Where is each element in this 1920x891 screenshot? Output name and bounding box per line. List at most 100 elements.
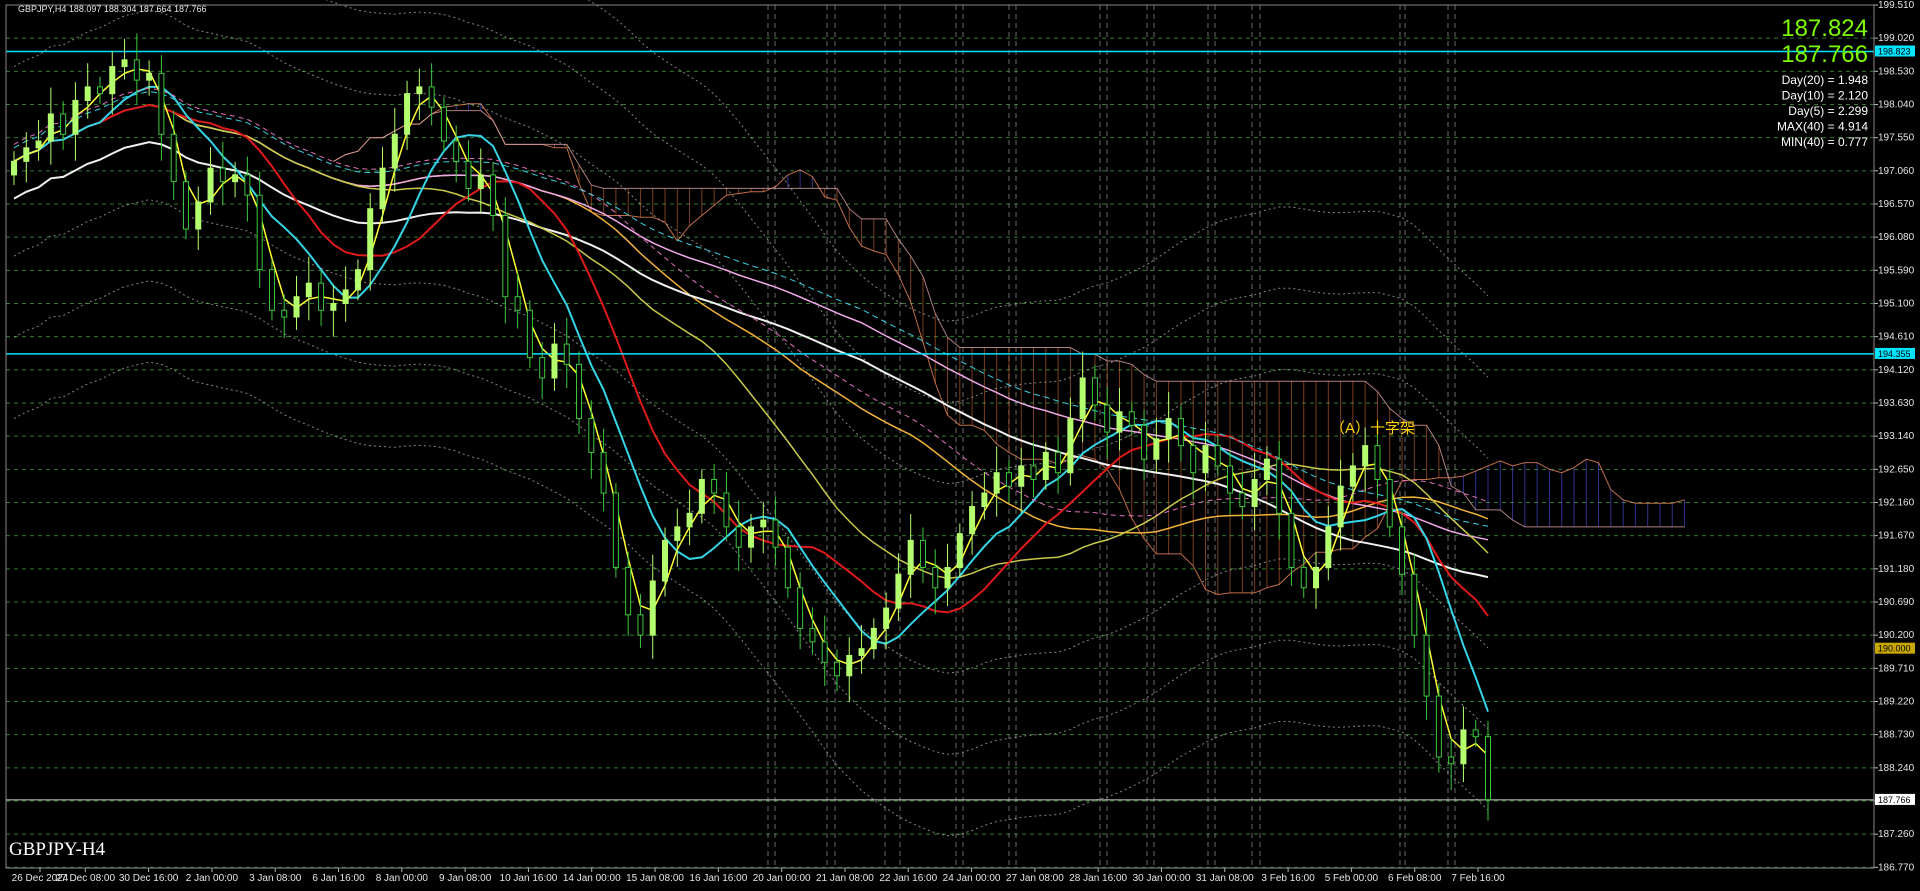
bear-candle bbox=[932, 566, 939, 589]
bull-candle bbox=[993, 472, 1000, 494]
bear-candle bbox=[268, 269, 275, 311]
bull-candle bbox=[760, 519, 767, 528]
bear-candle bbox=[1276, 458, 1283, 514]
x-tick-label: 6 Jan 16:00 bbox=[312, 873, 365, 884]
bull-candle bbox=[207, 167, 214, 203]
bull-candle bbox=[354, 269, 361, 291]
bull-candle bbox=[956, 533, 963, 568]
bull-candle bbox=[1018, 465, 1025, 487]
bear-candle bbox=[256, 194, 263, 271]
y-tick-label: 193.630 bbox=[1878, 398, 1915, 409]
x-tick-label: 15 Jan 08:00 bbox=[626, 873, 684, 884]
bear-candle bbox=[1128, 411, 1135, 426]
bear-candle bbox=[1448, 756, 1455, 765]
bear-candle bbox=[1288, 512, 1295, 568]
bull-candle bbox=[858, 648, 865, 656]
y-tick-label: 190.690 bbox=[1878, 597, 1915, 608]
bull-candle bbox=[232, 174, 239, 183]
x-tick-label: 6 Feb 08:00 bbox=[1388, 873, 1442, 884]
bull-candle bbox=[1079, 377, 1086, 420]
chart-header: GBPJPY,H4 188.097 188.304 187.664 187.76… bbox=[18, 4, 207, 14]
bear-candle bbox=[821, 641, 828, 663]
y-tick-label: 195.590 bbox=[1878, 265, 1915, 276]
stats-line: MAX(40) = 4.914 bbox=[1777, 120, 1868, 134]
bear-candle bbox=[809, 627, 816, 643]
bear-candle bbox=[1472, 729, 1479, 738]
x-tick-label: 14 Jan 00:00 bbox=[563, 873, 621, 884]
bear-candle bbox=[60, 113, 67, 135]
bull-candle bbox=[1116, 411, 1123, 433]
bear-candle bbox=[625, 566, 632, 616]
bear-candle bbox=[600, 451, 607, 494]
stats-panel: Day(20) = 1.948 Day(10) = 2.120Day(5) = 2… bbox=[1777, 73, 1868, 149]
price-label: 198.823 bbox=[1878, 47, 1911, 57]
bull-candle bbox=[674, 526, 681, 541]
y-tick-label: 192.650 bbox=[1878, 464, 1915, 475]
bear-candle bbox=[1141, 424, 1148, 460]
bull-candle bbox=[23, 147, 30, 162]
bear-candle bbox=[1485, 736, 1491, 801]
bear-candle bbox=[526, 309, 533, 359]
x-tick-label: 24 Jan 00:00 bbox=[943, 873, 1001, 884]
bear-candle bbox=[1239, 492, 1246, 508]
bull-candle bbox=[895, 573, 902, 609]
bull-candle bbox=[293, 296, 300, 318]
bear-candle bbox=[711, 478, 718, 494]
bear-candle bbox=[244, 174, 251, 196]
bear-candle bbox=[318, 282, 325, 311]
stats-line: Day(20) = 1.948 bbox=[1782, 73, 1869, 87]
bear-candle bbox=[1386, 478, 1393, 528]
bear-candle bbox=[440, 106, 447, 142]
y-tick-label: 194.120 bbox=[1878, 365, 1915, 376]
bear-candle bbox=[1214, 445, 1221, 467]
bear-candle bbox=[502, 215, 509, 298]
bear-candle bbox=[453, 140, 460, 162]
y-tick-label: 189.710 bbox=[1878, 663, 1915, 674]
bull-candle bbox=[870, 627, 877, 650]
price-chart[interactable]: 199.510 199.020 198.530 198.040 197.550 197.0… bbox=[0, 0, 1920, 891]
bear-candle bbox=[797, 587, 804, 629]
bear-candle bbox=[588, 418, 595, 453]
chart-background bbox=[0, 0, 1920, 891]
x-tick-label: 5 Feb 00:00 bbox=[1325, 873, 1379, 884]
bear-candle bbox=[281, 309, 288, 318]
x-tick-label: 27 Dec 08:00 bbox=[56, 873, 116, 884]
bull-candle bbox=[367, 208, 374, 271]
y-tick-label: 196.570 bbox=[1878, 199, 1915, 210]
bear-candle bbox=[133, 59, 140, 81]
bear-candle bbox=[170, 133, 177, 183]
bull-candle bbox=[944, 566, 951, 589]
bull-candle bbox=[72, 99, 79, 135]
bull-candle bbox=[698, 478, 705, 514]
annotation-cross: （A）十字架 bbox=[1330, 420, 1415, 437]
bull-candle bbox=[1460, 729, 1467, 765]
x-tick-label: 10 Jan 16:00 bbox=[500, 873, 558, 884]
price-label: 190.000 bbox=[1878, 644, 1911, 654]
bear-candle bbox=[428, 86, 435, 108]
bear-candle bbox=[514, 296, 521, 311]
bid-price: 187.824 bbox=[1781, 15, 1868, 42]
y-tick-label: 198.040 bbox=[1878, 99, 1915, 110]
bull-candle bbox=[1362, 445, 1369, 467]
y-tick-label: 186.770 bbox=[1878, 862, 1915, 873]
bull-candle bbox=[748, 526, 754, 548]
bull-candle bbox=[907, 539, 914, 575]
bear-candle bbox=[1300, 566, 1307, 589]
bull-candle bbox=[35, 140, 42, 149]
bull-candle bbox=[1153, 438, 1160, 460]
bull-candle bbox=[846, 654, 853, 677]
bull-candle bbox=[1349, 465, 1356, 487]
bear-candle bbox=[735, 526, 742, 548]
bear-candle bbox=[1374, 445, 1381, 480]
price-label: 194.355 bbox=[1878, 349, 1911, 359]
x-tick-label: 8 Jan 00:00 bbox=[376, 873, 429, 884]
x-tick-label: 21 Jan 08:00 bbox=[816, 873, 874, 884]
bear-candle bbox=[833, 661, 840, 677]
y-tick-label: 187.260 bbox=[1878, 829, 1915, 840]
y-tick-label: 199.020 bbox=[1878, 33, 1915, 44]
y-tick-label: 190.200 bbox=[1878, 630, 1915, 641]
bear-candle bbox=[563, 343, 570, 365]
bull-candle bbox=[1251, 478, 1258, 508]
bull-candle bbox=[1325, 526, 1332, 568]
bear-candle bbox=[612, 492, 619, 568]
